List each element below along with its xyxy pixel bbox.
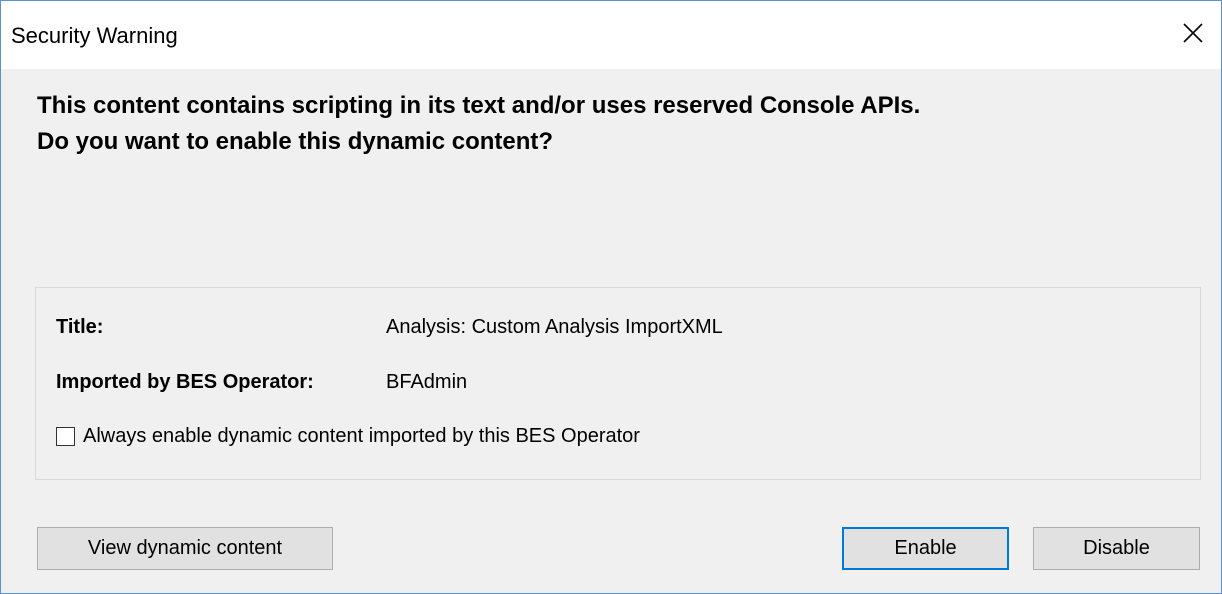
window-title: Security Warning <box>11 23 178 48</box>
security-warning-dialog: Security Warning This content contains s… <box>0 0 1222 594</box>
title-value: Analysis: Custom Analysis ImportXML <box>386 316 723 338</box>
operator-label: Imported by BES Operator: <box>56 371 314 393</box>
content-info-box: Title: Analysis: Custom Analysis ImportX… <box>35 287 1201 480</box>
warning-heading-line1: This content contains scripting in its t… <box>37 92 921 119</box>
always-enable-checkbox[interactable] <box>56 427 75 446</box>
enable-button[interactable]: Enable <box>842 527 1009 570</box>
always-enable-checkbox-label[interactable]: Always enable dynamic content imported b… <box>83 425 640 448</box>
disable-button[interactable]: Disable <box>1033 527 1200 570</box>
close-icon <box>1183 23 1203 43</box>
close-button[interactable] <box>1171 11 1215 55</box>
always-enable-option[interactable]: Always enable dynamic content imported b… <box>56 425 640 448</box>
view-dynamic-content-button[interactable]: View dynamic content <box>37 527 333 570</box>
warning-heading-line2: Do you want to enable this dynamic conte… <box>37 128 554 155</box>
operator-value: BFAdmin <box>386 371 468 393</box>
title-bar: Security Warning <box>1 1 1221 69</box>
warning-heading: This content contains scripting in its t… <box>37 88 920 160</box>
title-label: Title: <box>56 316 104 338</box>
